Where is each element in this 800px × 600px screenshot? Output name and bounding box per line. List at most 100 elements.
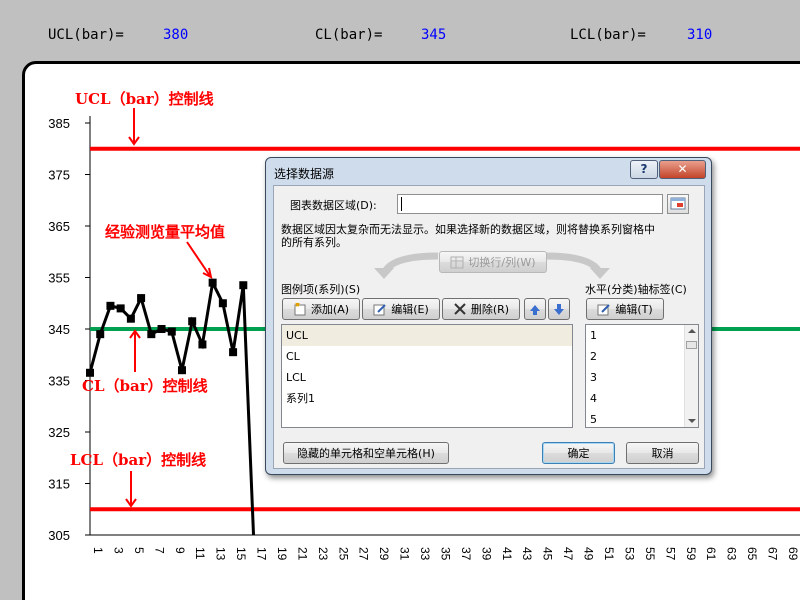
axis-item[interactable]: 5 (586, 409, 698, 427)
cancel-button[interactable]: 取消 (626, 442, 699, 464)
legend-entries-label: 图例项(系列)(S) (281, 283, 361, 296)
x-tick-label: 39 (479, 547, 493, 561)
x-tick-label: 65 (745, 547, 759, 561)
x-tick-label: 45 (541, 547, 555, 561)
series-item-cl[interactable]: CL (282, 346, 572, 367)
cl-stat-value: 345 (421, 27, 447, 43)
cl-stat: CL(bar)= 345 (315, 27, 446, 43)
x-tick-label: 11 (193, 547, 207, 560)
data-point-marker (86, 368, 94, 377)
move-down-button[interactable] (548, 298, 570, 320)
series-list[interactable]: UCL CL LCL 系列1 (281, 324, 573, 428)
axis-edit-label: 编辑(T) (615, 303, 653, 316)
ucl-stat-label: UCL(bar)= (48, 27, 124, 43)
x-tick-label: 5 (132, 547, 146, 554)
cl-annotation: CL（bar）控制线 (82, 377, 208, 395)
data-point-marker (137, 294, 146, 303)
x-tick-label: 37 (459, 547, 473, 561)
x-axis: 1 3 5 7 9 11 13 15 17 19 21 23 25 27 29 31 33 35 37 39 41 43 4… (90, 534, 800, 561)
x-tick-label: 51 (602, 547, 616, 561)
add-label: 添加(A) (310, 303, 350, 316)
cancel-label: 取消 (651, 447, 674, 460)
x-tick-label: 55 (643, 547, 657, 561)
cl-stat-label: CL(bar)= (315, 27, 383, 43)
cl-arrow (129, 329, 141, 372)
delete-label: 删除(R) (470, 303, 510, 316)
chart-data-range-input[interactable] (397, 194, 663, 214)
hidden-cells-label: 隐藏的单元格和空单元格(H) (297, 447, 435, 460)
x-tick-label: 61 (704, 547, 718, 561)
axis-list-scrollbar[interactable] (684, 325, 698, 427)
scroll-up-icon[interactable] (688, 329, 696, 333)
ok-label: 确定 (567, 447, 590, 460)
data-point-marker (218, 299, 227, 308)
data-point-marker (198, 340, 207, 349)
edit-axis-labels-button[interactable]: 编辑(T) (586, 298, 664, 320)
add-series-button[interactable]: 添加(A) (282, 298, 360, 320)
select-data-source-dialog[interactable]: 选择数据源 ? ✕ 图表数据区域(D): 数据区域因太复杂而无法显示。如果选择新… (265, 157, 712, 475)
series-line (88, 277, 256, 536)
data-point-marker (239, 281, 248, 290)
axis-item[interactable]: 4 (586, 388, 698, 409)
y-tick-label: 385 (48, 116, 70, 131)
x-tick-label: 9 (173, 547, 187, 554)
data-point-marker (126, 314, 135, 323)
x-tick-label: 49 (582, 547, 596, 561)
range-select-icon[interactable] (667, 194, 689, 214)
help-button[interactable]: ? (630, 160, 658, 179)
lcl-stat-label: LCL(bar)= (570, 27, 646, 43)
edit-series-button[interactable]: 编辑(E) (362, 298, 440, 320)
x-tick-label: 69 (786, 547, 800, 561)
x-tick-label: 19 (275, 547, 289, 561)
data-point-marker (177, 366, 186, 375)
delete-series-button[interactable]: 删除(R) (442, 298, 520, 320)
y-tick-label: 365 (48, 219, 70, 234)
y-axis: 385 375 365 355 345 335 325 315 305 (48, 116, 91, 543)
x-tick-label: 63 (725, 547, 739, 561)
lcl-arrow (125, 471, 137, 508)
x-tick-label: 23 (316, 547, 330, 561)
data-point-marker (188, 317, 197, 326)
axis-item[interactable]: 2 (586, 346, 698, 367)
delete-icon (453, 302, 467, 316)
ucl-stat: UCL(bar)= 380 (48, 27, 188, 43)
data-point-marker (208, 278, 217, 287)
move-up-button[interactable] (524, 298, 546, 320)
y-tick-label: 315 (48, 477, 70, 492)
lcl-stat: LCL(bar)= 310 (570, 27, 712, 43)
arrow-down-icon (552, 303, 566, 316)
axis-labels-list[interactable]: 1 2 3 4 5 (585, 324, 699, 428)
edit-axis-icon (597, 303, 611, 316)
series-item-lcl[interactable]: LCL (282, 367, 572, 388)
lcl-annotation: LCL（bar）控制线 (70, 451, 206, 469)
y-tick-label: 375 (48, 168, 70, 183)
add-icon (293, 301, 307, 316)
x-tick-label: 15 (234, 547, 248, 561)
axis-item[interactable]: 1 (586, 325, 698, 346)
x-tick-label: 53 (622, 547, 636, 561)
y-tick-label: 355 (48, 271, 70, 286)
ok-button[interactable]: 确定 (542, 442, 615, 464)
dialog-body: 图表数据区域(D): 数据区域因太复杂而无法显示。如果选择新的数据区域，则将替换… (273, 185, 705, 469)
series-item-ucl[interactable]: UCL (282, 325, 572, 346)
close-button[interactable]: ✕ (659, 160, 706, 179)
x-tick-label: 1 (91, 547, 105, 554)
hidden-and-empty-cells-button[interactable]: 隐藏的单元格和空单元格(H) (283, 442, 449, 464)
data-point-marker (157, 325, 166, 333)
x-tick-label: 67 (766, 547, 780, 561)
range-label: 图表数据区域(D): (290, 199, 377, 212)
notice-text-line2: 的所有系列。 (281, 236, 347, 249)
x-tick-label: 31 (398, 547, 412, 561)
axis-item[interactable]: 3 (586, 367, 698, 388)
axis-labels-label: 水平(分类)轴标签(C) (585, 283, 687, 296)
scroll-thumb[interactable] (686, 341, 697, 349)
switch-row-column-button[interactable]: 切换行/列(W) (439, 251, 547, 273)
x-tick-label: 47 (561, 547, 575, 561)
data-point-marker (229, 348, 238, 357)
series-item-1[interactable]: 系列1 (282, 388, 572, 409)
x-tick-label: 35 (438, 547, 452, 561)
scroll-down-icon[interactable] (688, 419, 696, 423)
data-point-marker (116, 304, 125, 313)
avg-annotation: 经验测览量平均值 (105, 223, 225, 241)
ucl-arrow (128, 108, 140, 146)
